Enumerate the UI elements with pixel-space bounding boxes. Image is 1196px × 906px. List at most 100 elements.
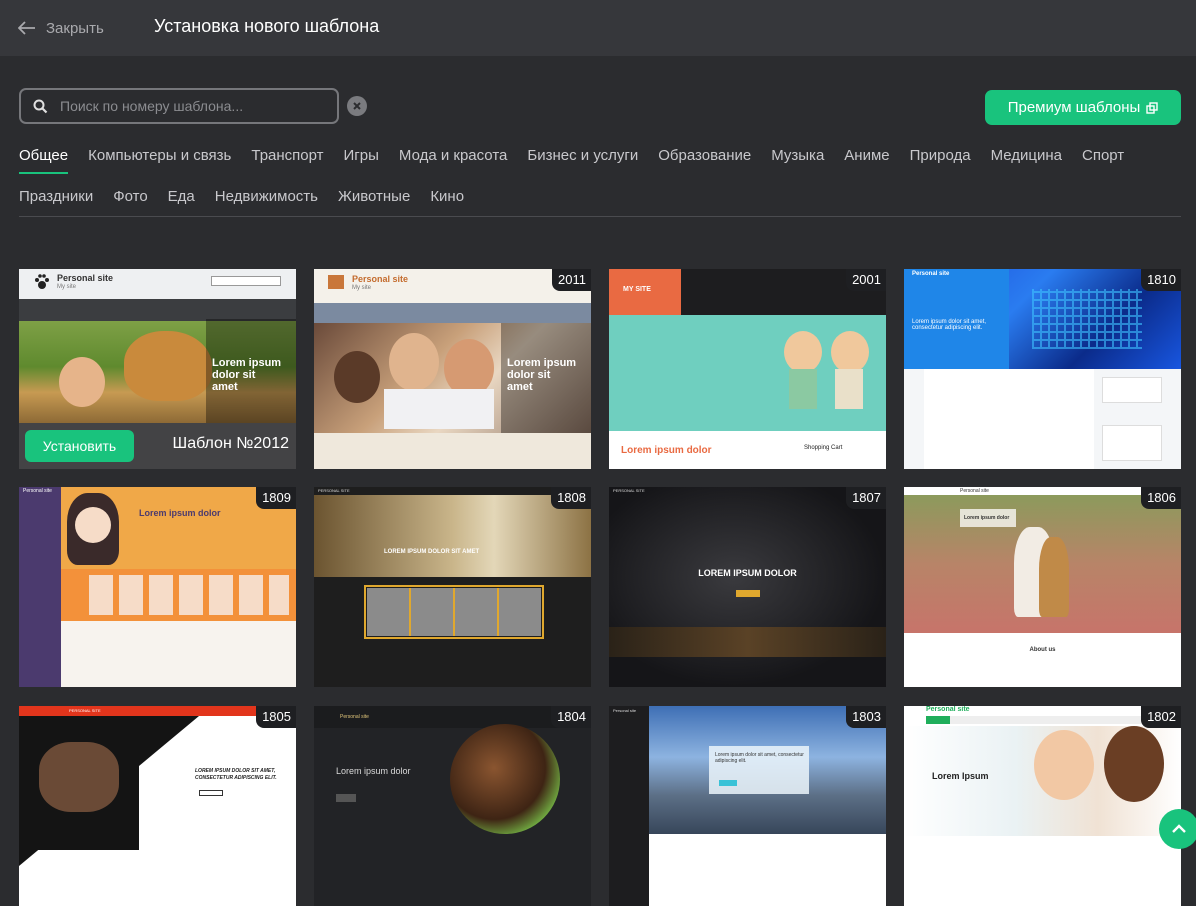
template-number: 1807 — [846, 487, 886, 509]
template-thumbnail: PERSONAL SITE LOREM IPSUM DOLOR — [609, 487, 886, 687]
tab-anime[interactable]: Аниме — [844, 147, 889, 164]
template-number: 2001 — [846, 269, 886, 291]
premium-templates-label: Премиум шаблоны — [1007, 99, 1141, 116]
category-tabs-row-2: Праздники Фото Еда Недвижимость Животные… — [19, 188, 1179, 205]
tab-photo[interactable]: Фото — [113, 188, 147, 205]
template-hero-text: Lorem ipsum dolor — [621, 445, 712, 456]
template-card-1803[interactable]: Personal site Lorem ipsum dolor sit amet… — [609, 706, 886, 906]
template-thumbnail: Personal site Lorem ipsum dolor — [19, 487, 296, 687]
divider — [19, 216, 1181, 217]
external-link-icon — [1146, 101, 1158, 114]
template-card-1802[interactable]: Personal site Lorem Ipsum 1802 — [904, 706, 1181, 906]
template-footer-title: About us — [1029, 647, 1056, 653]
template-card-1809[interactable]: Personal site Lorem ipsum dolor 1809 — [19, 487, 296, 687]
template-card-2001[interactable]: MY SITE Lorem ipsum dolor Shopping Cart … — [609, 269, 886, 469]
site-title: Personal site — [23, 488, 52, 494]
tab-nature[interactable]: Природа — [910, 147, 971, 164]
search-icon — [33, 99, 48, 113]
tab-games[interactable]: Игры — [344, 147, 379, 164]
template-number: 1809 — [256, 487, 296, 509]
top-bar: Закрыть Установка нового шаблона — [0, 0, 1196, 56]
template-thumbnail: PERSONAL SITE LOREM IPSUM DOLOR SIT AMET… — [19, 706, 296, 906]
template-number: 1803 — [846, 706, 886, 728]
premium-templates-button[interactable]: Премиум шаблоны — [985, 90, 1181, 125]
template-hover-bar: Установить Шаблон №2012 — [19, 423, 296, 469]
site-title: Personal site — [912, 271, 950, 277]
site-title: Personal site — [340, 714, 369, 720]
template-number: 1804 — [551, 706, 591, 728]
template-card-2012[interactable]: Personal site My site Lorem ipsum dolor … — [19, 269, 296, 469]
template-hero-text: Lorem ipsum dolor sit amet — [507, 357, 577, 393]
site-title: MY SITE — [623, 286, 651, 293]
template-hero-text: Lorem Ipsum — [932, 771, 989, 781]
tab-music[interactable]: Музыка — [771, 147, 824, 164]
paw-icon — [35, 274, 49, 289]
template-card-1807[interactable]: PERSONAL SITE LOREM IPSUM DOLOR 1807 — [609, 487, 886, 687]
template-thumbnail: Personal site Lorem ipsum dolor About us — [904, 487, 1181, 687]
tab-holidays[interactable]: Праздники — [19, 188, 93, 205]
site-title: Personal site — [57, 273, 114, 283]
template-number: 1808 — [551, 487, 591, 509]
template-card-1805[interactable]: PERSONAL SITE LOREM IPSUM DOLOR SIT AMET… — [19, 706, 296, 906]
template-number: 1805 — [256, 706, 296, 728]
tab-fashion[interactable]: Мода и красота — [399, 147, 507, 164]
template-card-2011[interactable]: Personal site My site Lorem ipsum dolor … — [314, 269, 591, 469]
site-title: Personal site — [926, 706, 970, 713]
template-card-1804[interactable]: Personal site Lorem ipsum dolor 1804 — [314, 706, 591, 906]
tab-business[interactable]: Бизнес и услуги — [527, 147, 638, 164]
template-hero-text: Lorem ipsum dolor — [964, 515, 1010, 521]
close-icon — [353, 102, 361, 110]
template-card-1806[interactable]: Personal site Lorem ipsum dolor About us… — [904, 487, 1181, 687]
template-thumbnail: Personal site Lorem Ipsum — [904, 706, 1181, 906]
template-hero-text: LOREM IPSUM DOLOR — [698, 568, 797, 578]
template-number: 2011 — [552, 269, 591, 291]
category-tabs-row-1: Общее Компьютеры и связь Транспорт Игры … — [19, 147, 1179, 174]
site-subtitle: My site — [57, 284, 77, 290]
template-thumbnail: Personal site My site Lorem ipsum dolor … — [314, 269, 591, 469]
site-title: Personal site — [960, 488, 989, 494]
tab-education[interactable]: Образование — [658, 147, 751, 164]
tab-general[interactable]: Общее — [19, 147, 69, 174]
template-hero-text: Lorem ipsum dolor sit amet, consectetur … — [715, 752, 804, 764]
search-box — [19, 88, 339, 124]
close-button[interactable]: Закрыть — [18, 17, 104, 39]
template-thumbnail: MY SITE Lorem ipsum dolor Shopping Cart — [609, 269, 886, 469]
arrow-left-icon — [18, 21, 35, 35]
chevron-up-icon — [1172, 824, 1186, 833]
clear-search-button[interactable] — [347, 96, 367, 116]
site-title: Personal site — [352, 274, 409, 284]
template-hero-text: LOREM IPSUM DOLOR SIT AMET — [384, 549, 480, 555]
template-name: Шаблон №2012 — [172, 435, 289, 452]
template-card-1810[interactable]: Personal site Lorem ipsum dolor sit amet… — [904, 269, 1181, 469]
template-thumbnail: Personal site Lorem ipsum dolor — [314, 706, 591, 906]
template-card-1808[interactable]: PERSONAL SITE LOREM IPSUM DOLOR SIT AMET… — [314, 487, 591, 687]
template-thumbnail: Personal site Lorem ipsum dolor sit amet… — [609, 706, 886, 906]
template-number: 1802 — [1141, 706, 1181, 728]
template-number: 1806 — [1141, 487, 1181, 509]
tab-animals[interactable]: Животные — [338, 188, 410, 205]
template-hero-text: Lorem ipsum dolor — [336, 766, 411, 776]
tab-medicine[interactable]: Медицина — [991, 147, 1062, 164]
tab-computers[interactable]: Компьютеры и связь — [88, 147, 231, 164]
install-button[interactable]: Установить — [25, 430, 134, 462]
scroll-to-top-button[interactable] — [1159, 809, 1196, 849]
tab-food[interactable]: Еда — [168, 188, 195, 205]
tab-transport[interactable]: Транспорт — [251, 147, 323, 164]
tab-real-estate[interactable]: Недвижимость — [215, 188, 318, 205]
site-title: PERSONAL SITE — [613, 488, 645, 493]
template-hero-text: Lorem ipsum dolor — [139, 508, 221, 518]
template-hero-text: Lorem ipsum dolor sit amet — [212, 357, 282, 393]
tab-sport[interactable]: Спорт — [1082, 147, 1124, 164]
tab-cinema[interactable]: Кино — [430, 188, 464, 205]
side-box-title: Shopping Cart — [804, 445, 843, 451]
page-title: Установка нового шаблона — [154, 16, 380, 36]
template-number: 1810 — [1141, 269, 1181, 291]
template-hero-text: LOREM IPSUM DOLOR SIT AMET, CONSECTETUR … — [195, 768, 277, 781]
site-title: Personal site — [613, 708, 637, 713]
site-title: PERSONAL SITE — [318, 488, 350, 493]
template-hero-text: Lorem ipsum dolor sit amet, consectetur … — [912, 319, 987, 331]
site-subtitle: My site — [352, 285, 372, 291]
search-input[interactable] — [60, 98, 320, 114]
site-title: PERSONAL SITE — [69, 708, 101, 713]
template-thumbnail: PERSONAL SITE LOREM IPSUM DOLOR SIT AMET — [314, 487, 591, 687]
